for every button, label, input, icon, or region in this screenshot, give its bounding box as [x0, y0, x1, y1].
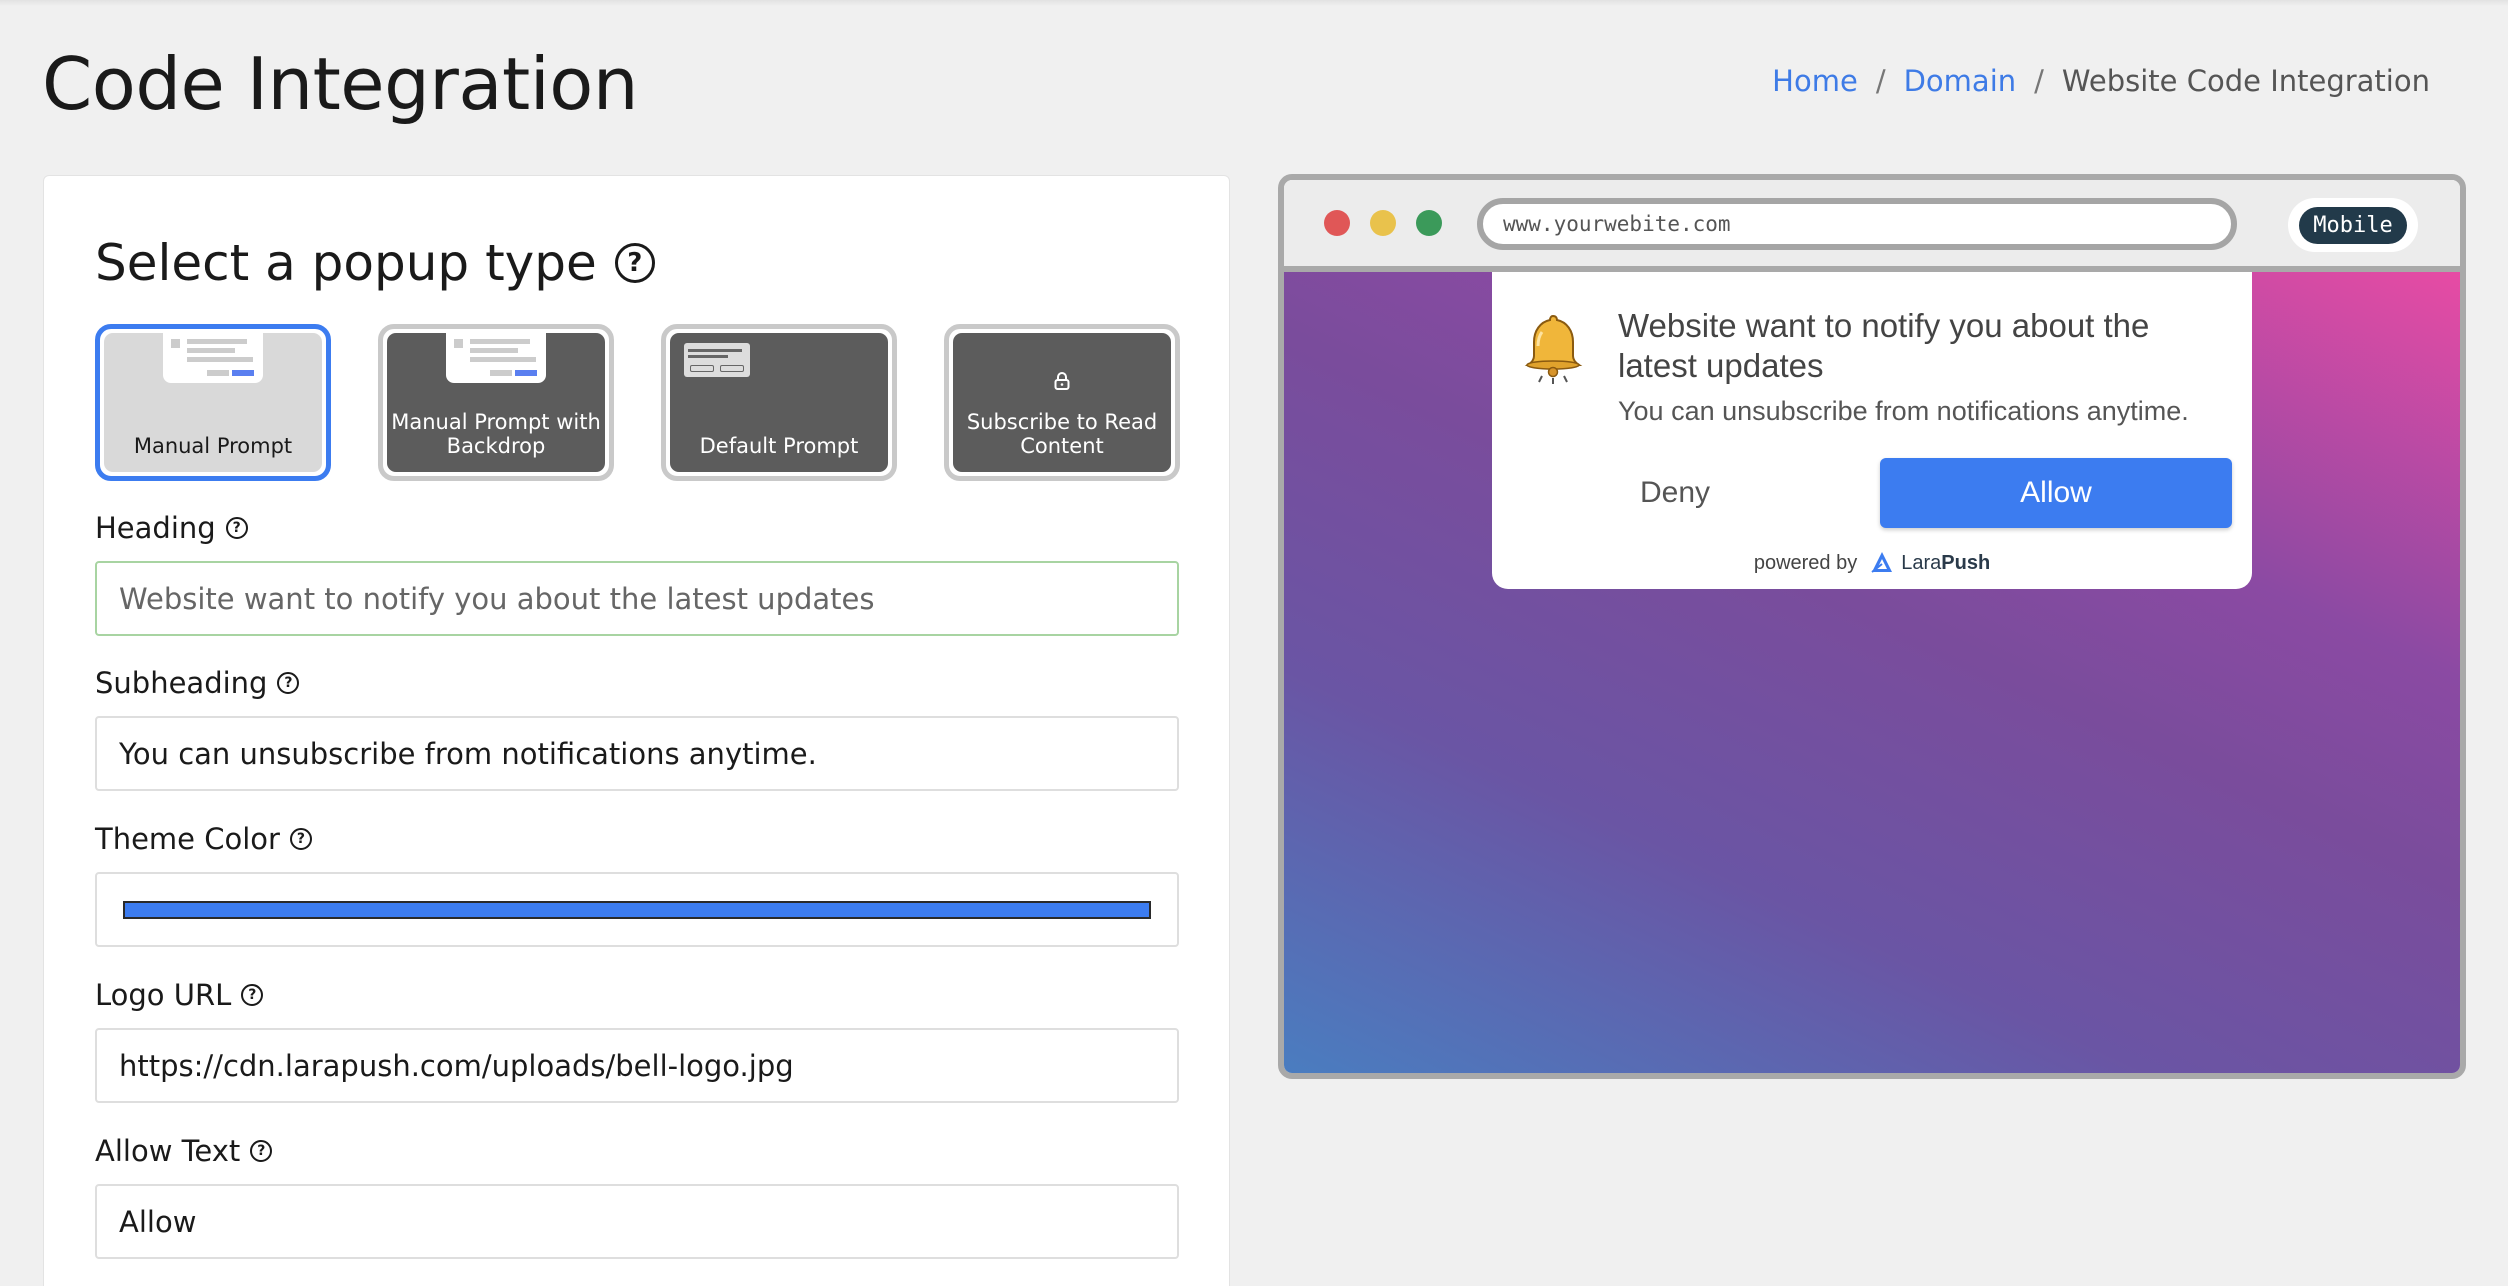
- allow-button[interactable]: Allow: [1880, 458, 2232, 528]
- breadcrumb-current: Website Code Integration: [2061, 64, 2430, 98]
- popup-type-manual-prompt[interactable]: Manual Prompt: [95, 324, 331, 481]
- help-icon[interactable]: ?: [289, 828, 312, 850]
- breadcrumb-separator: /: [1875, 64, 1886, 98]
- heading-label: Heading ?: [95, 511, 248, 545]
- window-maximize-dot: [1416, 210, 1442, 236]
- theme-color-swatch[interactable]: [123, 900, 1151, 919]
- heading-label-text: Heading: [95, 511, 216, 545]
- notification-popup: Website want to notify you about the lat…: [1492, 272, 2252, 589]
- popup-settings-card: Select a popup type ? Manual Prompt Manu…: [43, 175, 1230, 1286]
- theme-color-input[interactable]: [95, 872, 1179, 947]
- deny-button[interactable]: Deny: [1562, 458, 1788, 528]
- brand-bold: Push: [1941, 551, 1991, 574]
- browser-preview: www.yourwebite.com Mobile Website want t…: [1278, 174, 2466, 1079]
- larapush-logo-icon: [1871, 552, 1893, 573]
- section-title: Select a popup type ?: [95, 234, 655, 292]
- popup-heading: Website want to notify you about the lat…: [1618, 307, 2150, 384]
- section-title-text: Select a popup type: [95, 234, 597, 292]
- allow-text-label-text: Allow Text: [95, 1134, 241, 1168]
- subheading-input-value: You can unsubscribe from notifications a…: [119, 736, 817, 771]
- popup-type-label: Manual Prompt: [133, 434, 293, 458]
- popup-type-default-prompt[interactable]: Default Prompt: [661, 324, 897, 481]
- allow-text-input[interactable]: Allow: [95, 1184, 1179, 1259]
- address-bar[interactable]: www.yourwebite.com: [1477, 198, 2237, 250]
- larapush-brand: LaraPush: [1869, 550, 1990, 576]
- window-close-dot: [1324, 210, 1350, 236]
- logo-url-input[interactable]: https://cdn.larapush.com/uploads/bell-lo…: [95, 1028, 1179, 1103]
- breadcrumb: Home / Domain / Website Code Integration: [1772, 64, 2430, 98]
- powered-by-text: powered by: [1753, 551, 1858, 574]
- device-toggle: Mobile: [2288, 198, 2418, 252]
- help-icon[interactable]: ?: [225, 517, 248, 539]
- popup-type-label: Subscribe to Read Content: [966, 410, 1158, 458]
- popup-type-label: Default Prompt: [699, 434, 859, 458]
- address-bar-text: www.yourwebite.com: [1503, 212, 1731, 236]
- backdrop-prompt-preview-icon: [446, 333, 546, 383]
- popup-type-options: Manual Prompt Manual Prompt with Backdro…: [95, 324, 1180, 481]
- top-shadow: [0, 0, 2508, 6]
- popup-type-label: Manual Prompt with Backdrop: [391, 410, 601, 458]
- powered-by: powered by LaraPush: [1492, 550, 2252, 576]
- popup-type-subscribe-to-read[interactable]: Subscribe to Read Content: [944, 324, 1180, 481]
- subheading-label-text: Subheading: [95, 666, 268, 700]
- logo-url-label-text: Logo URL: [95, 978, 232, 1012]
- breadcrumb-separator: /: [2034, 64, 2044, 98]
- popup-type-manual-prompt-backdrop[interactable]: Manual Prompt with Backdrop: [378, 324, 614, 481]
- heading-input-value: Website want to notify you about the lat…: [119, 581, 875, 616]
- allow-text-input-value: Allow: [119, 1204, 197, 1239]
- heading-input[interactable]: Website want to notify you about the lat…: [95, 561, 1179, 636]
- default-prompt-preview-icon: [684, 343, 750, 377]
- subheading-input[interactable]: You can unsubscribe from notifications a…: [95, 716, 1179, 791]
- help-icon[interactable]: ?: [614, 243, 655, 283]
- breadcrumb-home-link[interactable]: Home: [1772, 64, 1858, 98]
- mobile-view-button[interactable]: Mobile: [2299, 206, 2407, 244]
- breadcrumb-domain-link[interactable]: Domain: [1904, 64, 2017, 98]
- theme-color-label: Theme Color ?: [95, 822, 312, 856]
- popup-subheading: You can unsubscribe from notifications a…: [1618, 396, 2189, 426]
- help-icon[interactable]: ?: [250, 1140, 273, 1162]
- help-icon[interactable]: ?: [241, 984, 264, 1006]
- page-title: Code Integration: [42, 42, 638, 126]
- brand-light: Lara: [1901, 551, 1942, 574]
- allow-text-label: Allow Text ?: [95, 1134, 273, 1168]
- manual-prompt-preview-icon: [163, 333, 263, 383]
- browser-toolbar: www.yourwebite.com Mobile: [1284, 180, 2460, 272]
- lock-icon: [1054, 372, 1070, 390]
- logo-url-label: Logo URL ?: [95, 978, 264, 1012]
- bell-icon: [1524, 314, 1583, 384]
- preview-viewport: Website want to notify you about the lat…: [1284, 272, 2460, 1073]
- logo-url-input-value: https://cdn.larapush.com/uploads/bell-lo…: [119, 1048, 794, 1083]
- subheading-label: Subheading ?: [95, 666, 300, 700]
- window-minimize-dot: [1370, 210, 1396, 236]
- theme-color-label-text: Theme Color: [95, 822, 280, 856]
- help-icon[interactable]: ?: [277, 672, 300, 694]
